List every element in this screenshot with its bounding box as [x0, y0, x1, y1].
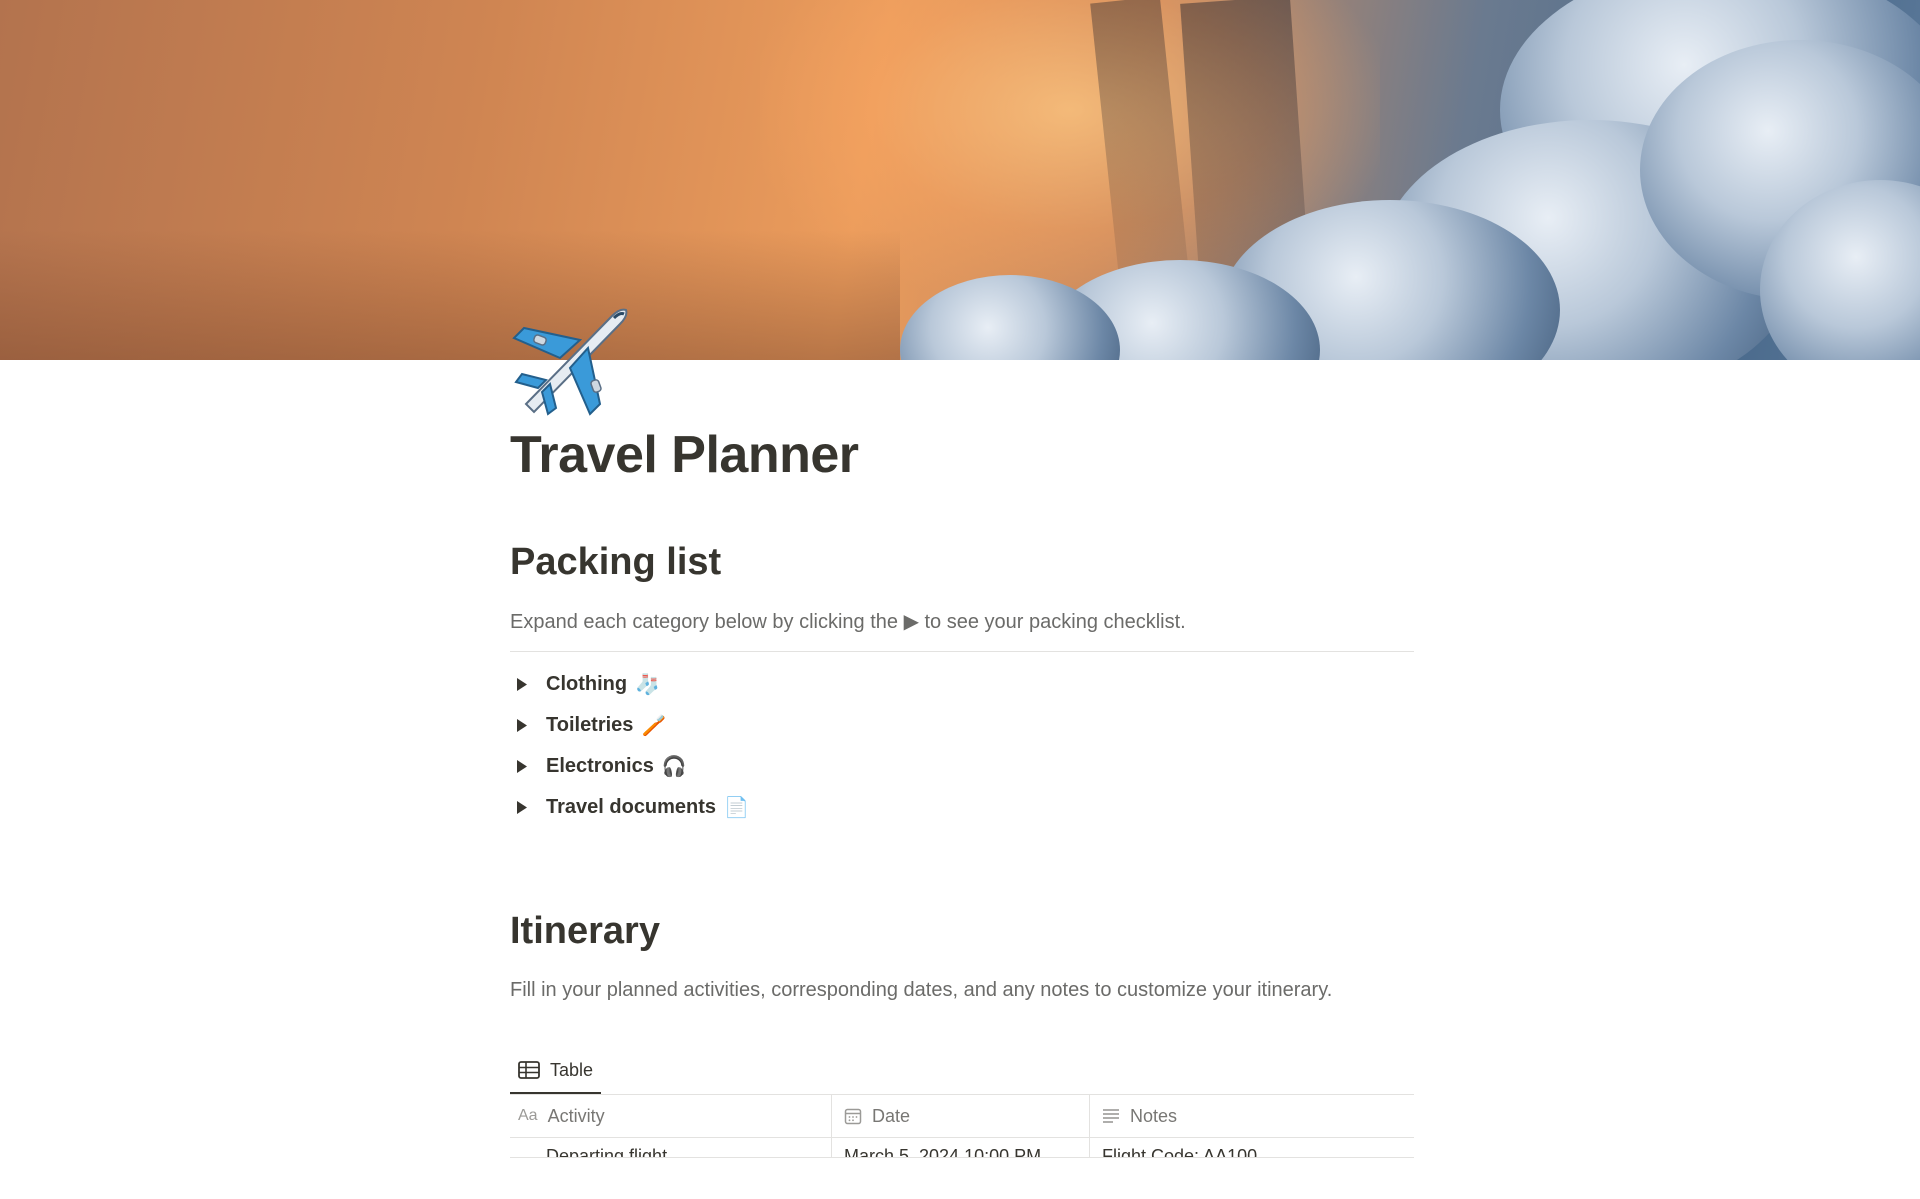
toggle-label: Toiletries — [546, 714, 634, 736]
itinerary-description: Fill in your planned activities, corresp… — [510, 979, 1333, 1001]
column-header-activity[interactable]: Aa Activity — [510, 1095, 832, 1137]
tab-table[interactable]: Table — [510, 1048, 602, 1094]
triangle-right-icon[interactable] — [516, 719, 542, 732]
packing-list-description: Expand each category below by clicking t… — [510, 611, 1186, 633]
toggle-toiletries[interactable]: Toiletries 🪥 — [510, 705, 1414, 746]
triangle-right-icon[interactable] — [516, 801, 542, 814]
tab-table-label: Table — [550, 1059, 594, 1080]
toggle-label: Electronics — [546, 755, 654, 777]
column-label: Notes — [1130, 1105, 1178, 1126]
column-header-notes[interactable]: Notes — [1090, 1095, 1414, 1137]
toggle-travel-documents[interactable]: Travel documents 📄 — [510, 787, 1414, 828]
column-header-date[interactable]: Date — [832, 1095, 1090, 1137]
column-label: Activity — [547, 1105, 605, 1126]
toothbrush-icon: 🪥 — [641, 715, 667, 737]
document-icon: 📄 — [724, 797, 749, 819]
airplane-icon[interactable] — [508, 296, 633, 421]
divider — [510, 651, 1414, 652]
socks-icon: 🧦 — [635, 674, 660, 696]
triangle-right-icon[interactable] — [516, 760, 542, 773]
toggle-electronics[interactable]: Electronics 🎧 — [510, 746, 1414, 787]
cell-date[interactable]: March 5, 2024 10:00 PM — [832, 1138, 1090, 1158]
cell-notes[interactable]: Flight Code: AA100 — [1090, 1138, 1414, 1158]
cover-haze — [0, 230, 900, 360]
text-property-icon: Aa — [518, 1107, 538, 1124]
itinerary-heading: Itinerary — [510, 910, 660, 952]
toggle-clothing[interactable]: Clothing 🧦 — [510, 664, 1414, 705]
triangle-right-icon[interactable] — [516, 678, 542, 691]
toggle-label: Clothing — [546, 673, 628, 695]
cover-image — [0, 0, 1920, 360]
packing-toggle-list: Clothing 🧦 Toiletries 🪥 Electronics 🎧 Tr… — [510, 664, 1414, 828]
toggle-label: Travel documents — [546, 796, 717, 818]
table-header: Aa Activity Date Notes — [510, 1095, 1414, 1138]
calendar-icon — [844, 1107, 862, 1125]
headphones-icon: 🎧 — [661, 756, 687, 778]
table-row[interactable]: Departing flight March 5, 2024 10:00 PM … — [510, 1138, 1414, 1158]
column-label: Date — [872, 1105, 911, 1126]
packing-list-heading: Packing list — [510, 541, 722, 583]
cell-activity[interactable]: Departing flight — [510, 1138, 832, 1158]
text-lines-icon — [1102, 1108, 1120, 1124]
table-icon — [518, 1061, 540, 1079]
page-title[interactable]: Travel Planner — [510, 425, 859, 485]
view-tabs: Table — [510, 1048, 1414, 1094]
table-bottom-edge — [510, 1157, 1414, 1158]
